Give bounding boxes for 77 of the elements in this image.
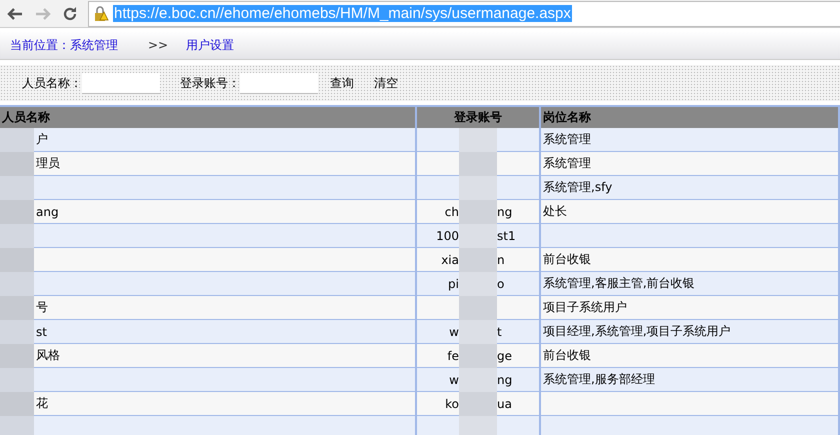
table-cell: st1 <box>497 228 516 242</box>
query-button[interactable]: 查询 <box>330 74 354 92</box>
table-cell: ch <box>444 204 459 218</box>
table-cell: ua <box>497 396 512 410</box>
breadcrumb-separator: >> <box>148 38 168 52</box>
pixelated-redaction <box>0 368 34 392</box>
pixelated-redaction <box>459 392 497 416</box>
pixelated-redaction <box>0 272 34 296</box>
back-icon[interactable] <box>6 6 24 20</box>
table-cell: 风格 <box>36 347 60 364</box>
pixelated-redaction <box>459 272 497 296</box>
table-cell: 前台收银 <box>543 252 591 266</box>
pixelated-redaction <box>459 224 497 248</box>
pixelated-redaction <box>459 368 497 392</box>
column-header: 人员名称 <box>0 106 416 128</box>
pixelated-redaction <box>459 320 497 344</box>
pixelated-redaction <box>459 128 497 152</box>
account-label: 登录账号： <box>180 74 240 92</box>
table-cell: 项目经理,系统管理,项目子系统用户 <box>543 324 731 338</box>
forward-icon[interactable] <box>34 6 52 20</box>
pixelated-redaction <box>459 152 497 176</box>
table-cell: 花 <box>36 395 48 412</box>
pixelated-redaction <box>0 152 34 176</box>
table-cell: ge <box>497 348 512 362</box>
pixelated-redaction <box>459 176 497 200</box>
name-input[interactable] <box>82 72 160 94</box>
table-cell: 100 <box>436 228 459 242</box>
pixelated-redaction <box>459 416 497 435</box>
pixelated-redaction <box>0 416 34 435</box>
table-cell: fe <box>447 348 459 362</box>
table-cell: o <box>497 276 504 290</box>
table-cell: 号 <box>36 299 48 316</box>
table-cell: 系统管理,sfy <box>543 180 612 194</box>
clear-button[interactable]: 清空 <box>374 74 398 92</box>
table-cell: 处长 <box>543 204 567 218</box>
pixelated-redaction <box>0 320 34 344</box>
pixelated-redaction <box>0 296 34 320</box>
pixelated-redaction <box>0 248 34 272</box>
table-cell: 系统管理 <box>543 132 591 146</box>
table-cell: 系统管理,客服主管,前台收银 <box>543 276 695 290</box>
table-cell: w <box>449 372 459 386</box>
table-cell: 系统管理 <box>543 156 591 170</box>
table-cell: 项目子系统用户 <box>543 300 627 314</box>
table-cell: 前台收银 <box>543 348 591 362</box>
column-header: 岗位名称 <box>540 106 839 128</box>
lock-warning-icon <box>93 6 109 22</box>
reload-icon[interactable] <box>62 6 78 22</box>
table-cell: ko <box>445 396 459 410</box>
pixelated-redaction <box>459 344 497 368</box>
table-cell: ng <box>497 204 512 218</box>
breadcrumb-current: 用户设置 <box>186 36 234 54</box>
pixelated-redaction <box>0 392 34 416</box>
table-cell: 系统管理,服务部经理 <box>543 372 655 386</box>
account-input[interactable] <box>240 72 318 94</box>
table-cell: w <box>449 324 459 338</box>
table-cell: n <box>497 252 505 266</box>
pixelated-redaction <box>0 224 34 248</box>
pixelated-redaction <box>0 176 34 200</box>
breadcrumb-link[interactable]: 系统管理 <box>70 36 118 54</box>
pixelated-redaction <box>459 200 497 224</box>
pixelated-redaction <box>0 200 34 224</box>
url-text: https://e.boc.cn//ehome/ehomebs/HM/M_main/sys/usermanage.aspx <box>113 5 572 22</box>
table-cell: 户 <box>36 131 48 148</box>
pixelated-redaction <box>0 344 34 368</box>
table-cell: ng <box>497 372 512 386</box>
name-label: 人员名称： <box>22 74 82 92</box>
table-cell: pi <box>448 276 459 290</box>
breadcrumb-label: 当前位置： <box>10 36 70 54</box>
column-header: 登录账号 <box>416 106 540 128</box>
pixelated-redaction <box>0 128 34 152</box>
table-cell: st <box>36 324 47 338</box>
table-cell: xia <box>441 252 459 266</box>
pixelated-redaction <box>459 296 497 320</box>
table-cell: ang <box>36 204 59 218</box>
table-cell: t <box>497 324 502 338</box>
table-cell: 理员 <box>36 155 60 172</box>
pixelated-redaction <box>459 248 497 272</box>
